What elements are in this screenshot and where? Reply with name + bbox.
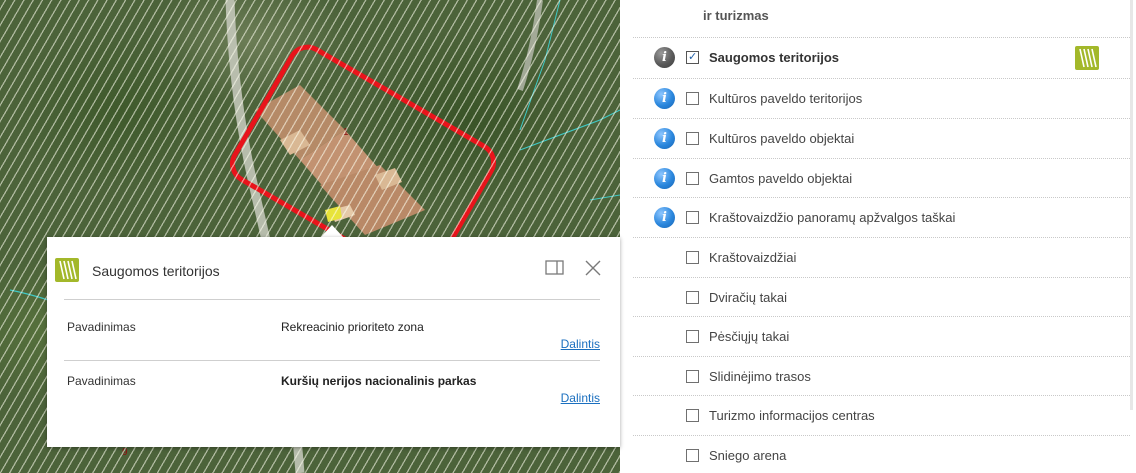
layer-label: Kraštovaizdžio panoramų apžvalgos taškai <box>709 210 956 225</box>
info-icon[interactable]: i <box>654 207 675 228</box>
parcel-number-2: 9 <box>122 447 128 458</box>
layer-label: Pėsčiųjų takai <box>709 329 790 344</box>
layer-checkbox[interactable]: ✓ <box>686 51 699 64</box>
check-icon: ✓ <box>688 51 698 63</box>
dock-popup-button[interactable] <box>544 258 566 278</box>
layer-row-saugomos-teritorijos[interactable]: i ✓ Saugomos teritorijos <box>633 37 1130 77</box>
attribute-label: Pavadinimas <box>67 320 136 334</box>
close-popup-button[interactable] <box>582 257 604 279</box>
layer-checkbox[interactable] <box>686 132 699 145</box>
layer-label: Dviračių takai <box>709 290 788 305</box>
layer-row-dviraciu-takai[interactable]: Dviračių takai <box>633 277 1130 317</box>
layer-label: Sniego arena <box>709 448 787 463</box>
close-icon <box>585 260 601 276</box>
layer-checkbox[interactable] <box>686 449 699 462</box>
protected-areas-legend-icon <box>1075 46 1099 70</box>
layer-list-scrollbar[interactable] <box>1130 0 1133 410</box>
layer-row-kulturos-paveldo-teritorijos[interactable]: i Kultūros paveldo teritorijos <box>633 78 1130 118</box>
layer-label: Gamtos paveldo objektai <box>709 171 853 186</box>
layer-checkbox[interactable] <box>686 92 699 105</box>
layer-label: Kultūros paveldo objektai <box>709 131 855 146</box>
layer-label: Slidinėjimo trasos <box>709 369 811 384</box>
attribute-value: Kuršių nerijos nacionalinis parkas <box>281 374 477 388</box>
layer-label: Kraštovaizdžiai <box>709 250 797 265</box>
layer-checkbox[interactable] <box>686 172 699 185</box>
layer-label: Saugomos teritorijos <box>709 50 840 65</box>
layer-group-title: ir turizmas <box>703 8 769 23</box>
popup-divider <box>64 360 600 361</box>
dock-icon <box>545 260 564 275</box>
layer-row-sniego-arena[interactable]: Sniego arena <box>633 435 1130 473</box>
layer-checkbox[interactable] <box>686 291 699 304</box>
attribute-label: Pavadinimas <box>67 374 136 388</box>
layer-row-gamtos-paveldo-objektai[interactable]: i Gamtos paveldo objektai <box>633 158 1130 198</box>
layer-row-panoramu-taskai[interactable]: i Kraštovaizdžio panoramų apžvalgos tašk… <box>633 197 1130 237</box>
layer-label: Turizmo informacijos centras <box>709 408 875 423</box>
layer-list-panel: ir turizmas i ✓ Saugomos teritorijos i K… <box>633 0 1136 473</box>
layer-row-pesciuju-takai[interactable]: Pėsčiųjų takai <box>633 316 1130 356</box>
identify-popup: Saugomos teritorijos Pavadinimas Rekreac… <box>47 237 620 447</box>
layer-checkbox[interactable] <box>686 370 699 383</box>
layer-checkbox[interactable] <box>686 251 699 264</box>
layer-label: Kultūros paveldo teritorijos <box>709 91 863 106</box>
layer-checkbox[interactable] <box>686 211 699 224</box>
popup-divider <box>64 299 600 300</box>
parcel-number: 1 <box>343 127 349 138</box>
layer-checkbox[interactable] <box>686 330 699 343</box>
info-icon[interactable]: i <box>654 88 675 109</box>
share-link[interactable]: Dalintis <box>561 337 600 351</box>
info-icon[interactable]: i <box>654 47 675 68</box>
protected-areas-legend-icon <box>55 258 79 282</box>
popup-title: Saugomos teritorijos <box>92 263 220 279</box>
attribute-value: Rekreacinio prioriteto zona <box>281 320 424 334</box>
layer-row-kulturos-paveldo-objektai[interactable]: i Kultūros paveldo objektai <box>633 118 1130 158</box>
info-icon[interactable]: i <box>654 168 675 189</box>
info-icon[interactable]: i <box>654 128 675 149</box>
layer-row-krastovaizdziai[interactable]: Kraštovaizdžiai <box>633 237 1130 277</box>
layer-checkbox[interactable] <box>686 409 699 422</box>
share-link[interactable]: Dalintis <box>561 391 600 405</box>
layer-row-slidinejimo-trasos[interactable]: Slidinėjimo trasos <box>633 356 1130 396</box>
layer-row-turizmo-informacijos-centras[interactable]: Turizmo informacijos centras <box>633 395 1130 435</box>
popup-header: Saugomos teritorijos <box>47 237 620 299</box>
